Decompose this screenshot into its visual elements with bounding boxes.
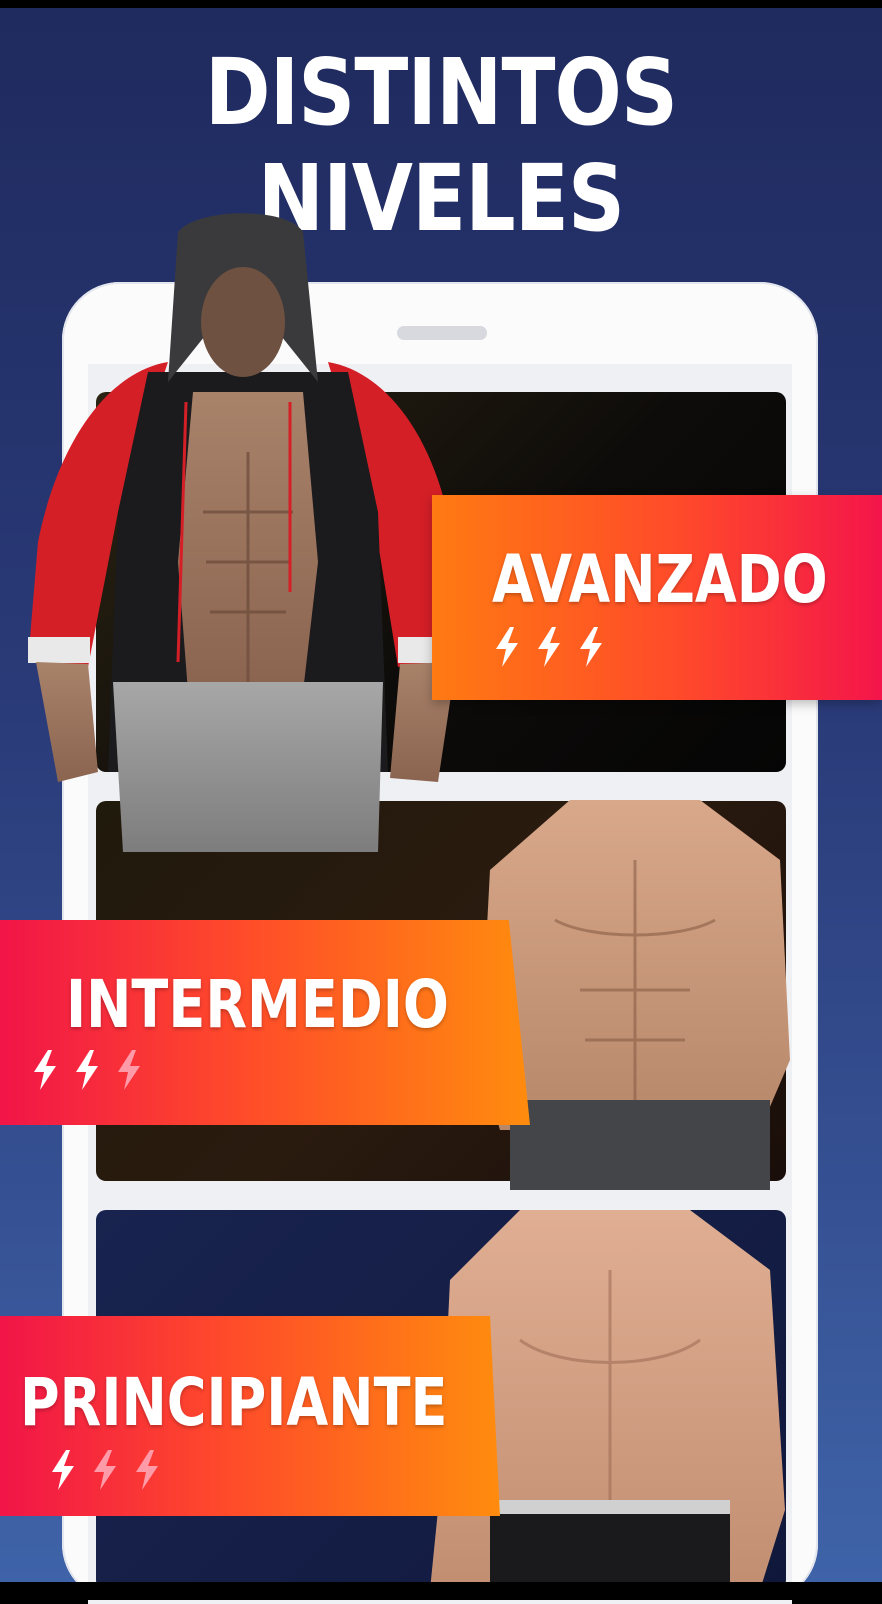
headline-line-1: DISTINTOS [204, 39, 678, 146]
advanced-athlete-image [28, 213, 458, 852]
lightning-icon [576, 627, 606, 667]
level-label-beginner: PRINCIPIANTE [20, 1364, 448, 1441]
lightning-icon [48, 1450, 78, 1490]
intensity-indicator-beginner [48, 1450, 162, 1490]
lightning-icon [72, 1050, 102, 1090]
level-banner-advanced[interactable]: AVANZADO [432, 495, 882, 700]
top-status-strip [0, 0, 882, 8]
lightning-icon [534, 627, 564, 667]
level-label-advanced: AVANZADO [492, 541, 828, 618]
lightning-icon [114, 1050, 144, 1090]
intensity-indicator-intermediate [30, 1050, 144, 1090]
level-label-intermediate: INTERMEDIO [66, 966, 449, 1043]
lightning-icon [90, 1450, 120, 1490]
lightning-icon [492, 627, 522, 667]
lightning-icon [30, 1050, 60, 1090]
level-banner-intermediate[interactable]: INTERMEDIO [0, 920, 530, 1125]
intensity-indicator-advanced [492, 627, 606, 667]
lightning-icon [132, 1450, 162, 1490]
bottom-strip [0, 1582, 882, 1600]
intermediate-athlete-image [480, 800, 790, 1190]
level-banner-beginner[interactable]: PRINCIPIANTE [0, 1316, 500, 1516]
